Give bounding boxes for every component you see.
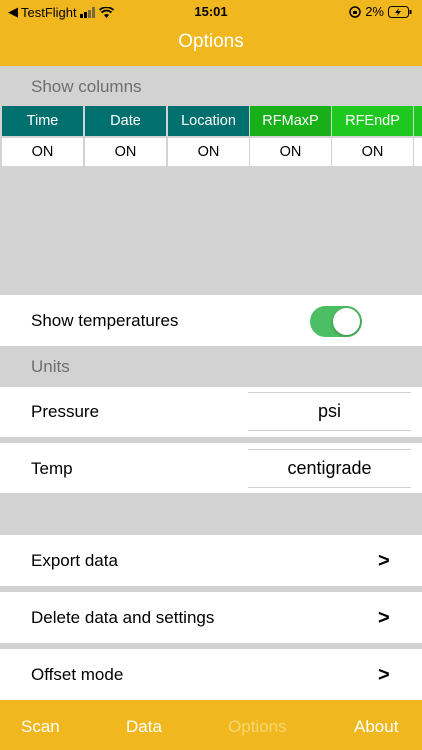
- tab-scan[interactable]: Scan: [21, 717, 60, 737]
- delete-data-row[interactable]: Delete data and settings >: [0, 592, 422, 643]
- column-header: RFEndP: [332, 106, 413, 136]
- column-date[interactable]: Date ON: [85, 106, 166, 168]
- column-value-partial: [414, 138, 422, 166]
- column-value[interactable]: ON: [2, 138, 83, 166]
- export-data-row[interactable]: Export data >: [0, 535, 422, 586]
- units-header: Units: [31, 357, 70, 376]
- column-header: Time: [2, 106, 83, 136]
- column-header: Date: [85, 106, 166, 136]
- chevron-right-icon: >: [378, 664, 390, 686]
- tab-data[interactable]: Data: [126, 717, 162, 737]
- toggle-knob: [333, 308, 360, 335]
- temp-unit-field[interactable]: centigrade: [248, 449, 411, 488]
- rotation-lock-icon: [349, 5, 361, 18]
- column-header-partial: [414, 106, 422, 136]
- column-value[interactable]: ON: [168, 138, 249, 166]
- offset-mode-label: Offset mode: [31, 665, 124, 684]
- column-rfmaxp[interactable]: RFMaxP ON: [250, 106, 331, 168]
- column-time[interactable]: Time ON: [2, 106, 83, 168]
- chevron-right-icon: >: [378, 550, 390, 572]
- delete-data-label: Delete data and settings: [31, 608, 215, 627]
- temp-row: Temp centigrade: [0, 443, 422, 493]
- columns-table: Time ON Date ON Location ON RFMaxP ON RF…: [2, 106, 422, 168]
- show-temperatures-toggle[interactable]: [310, 306, 362, 337]
- show-columns-header: Show columns: [31, 77, 142, 96]
- battery-icon: [388, 5, 412, 18]
- pressure-label: Pressure: [31, 402, 100, 421]
- column-location[interactable]: Location ON: [168, 106, 249, 168]
- nav-header: Options: [0, 22, 422, 66]
- column-rfendp[interactable]: RFEndP ON: [332, 106, 413, 168]
- export-data-label: Export data: [31, 551, 118, 570]
- battery-percent: 2%: [365, 4, 384, 19]
- pressure-unit-field[interactable]: psi: [248, 392, 411, 431]
- column-header: RFMaxP: [250, 106, 331, 136]
- temp-label: Temp: [31, 459, 73, 478]
- show-temperatures-label: Show temperatures: [31, 311, 179, 330]
- status-bar: ◀ TestFlight 15:01 2%: [0, 0, 422, 22]
- column-value[interactable]: ON: [85, 138, 166, 166]
- chevron-right-icon: >: [378, 607, 390, 629]
- tab-bar: Scan Data Options About: [0, 700, 422, 750]
- column-value[interactable]: ON: [332, 138, 413, 166]
- pressure-row: Pressure psi: [0, 387, 422, 437]
- page-title: Options: [178, 31, 244, 52]
- column-value[interactable]: ON: [250, 138, 331, 166]
- column-header: Location: [168, 106, 249, 136]
- show-temperatures-row: Show temperatures: [0, 295, 422, 346]
- tab-about[interactable]: About: [354, 717, 398, 737]
- tab-options[interactable]: Options: [228, 717, 287, 737]
- offset-mode-row[interactable]: Offset mode >: [0, 649, 422, 700]
- column-partial[interactable]: [414, 106, 422, 168]
